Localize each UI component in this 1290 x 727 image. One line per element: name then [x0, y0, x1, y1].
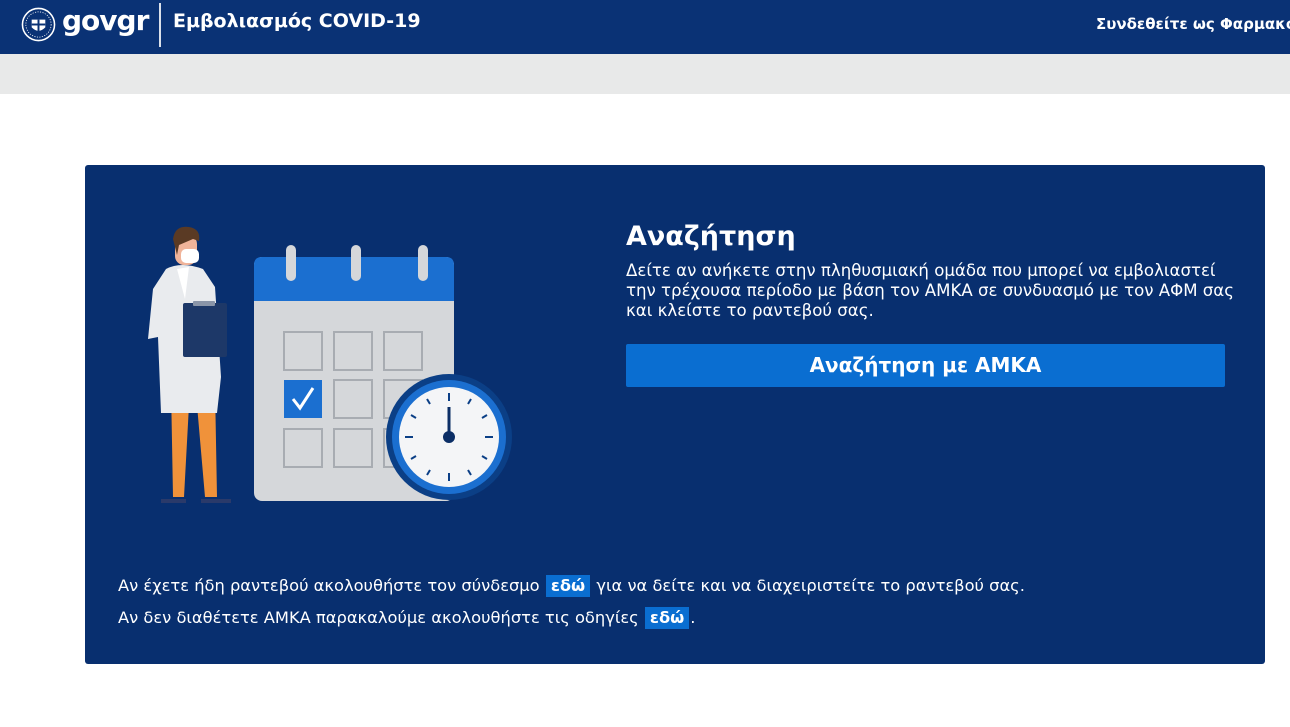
brand-gov-text: gov: [62, 4, 118, 37]
clock-icon: [386, 374, 512, 500]
login-link[interactable]: Συνδεθείτε ως Φαρμακοποιός: [1096, 12, 1290, 36]
header-divider: [159, 3, 161, 47]
govgr-logo[interactable]: govgr: [62, 3, 150, 39]
doctor-calendar-clock-illustration: [148, 226, 512, 503]
info-text: .: [690, 608, 696, 627]
top-header: govgr Εμβολιασμός COVID-19 Συνδεθείτε ως…: [0, 0, 1290, 54]
search-card: Αναζήτηση Δείτε αν ανήκετε στην πληθυσμι…: [85, 165, 1265, 664]
doctor-figure: [148, 226, 231, 503]
no-amka-instructions-link[interactable]: εδώ: [644, 607, 690, 629]
search-amka-button[interactable]: Αναζήτηση με ΑΜΚΑ: [626, 344, 1225, 387]
brand-gr-text: gr: [116, 4, 150, 37]
existing-appointment-info: Αν έχετε ήδη ραντεβού ακολουθήστε τον σύ…: [118, 575, 1025, 597]
search-title: Αναζήτηση: [626, 221, 796, 252]
check-icon: [284, 380, 322, 418]
no-amka-info: Αν δεν διαθέτετε ΑΜΚΑ παρακαλούμε ακολου…: [118, 607, 695, 629]
info-text: για να δείτε και να διαχειριστείτε το ρα…: [591, 576, 1025, 595]
sub-navigation-bar: [0, 54, 1290, 94]
app-title: Εμβολιασμός COVID-19: [173, 10, 421, 32]
manage-appointment-link[interactable]: εδώ: [545, 575, 591, 597]
info-text: Αν δεν διαθέτετε ΑΜΚΑ παρακαλούμε ακολου…: [118, 608, 644, 627]
search-description: Δείτε αν ανήκετε στην πληθυσμιακή ομάδα …: [626, 261, 1234, 320]
greek-emblem-icon[interactable]: [21, 7, 56, 42]
info-text: Αν έχετε ήδη ραντεβού ακολουθήστε τον σύ…: [118, 576, 545, 595]
